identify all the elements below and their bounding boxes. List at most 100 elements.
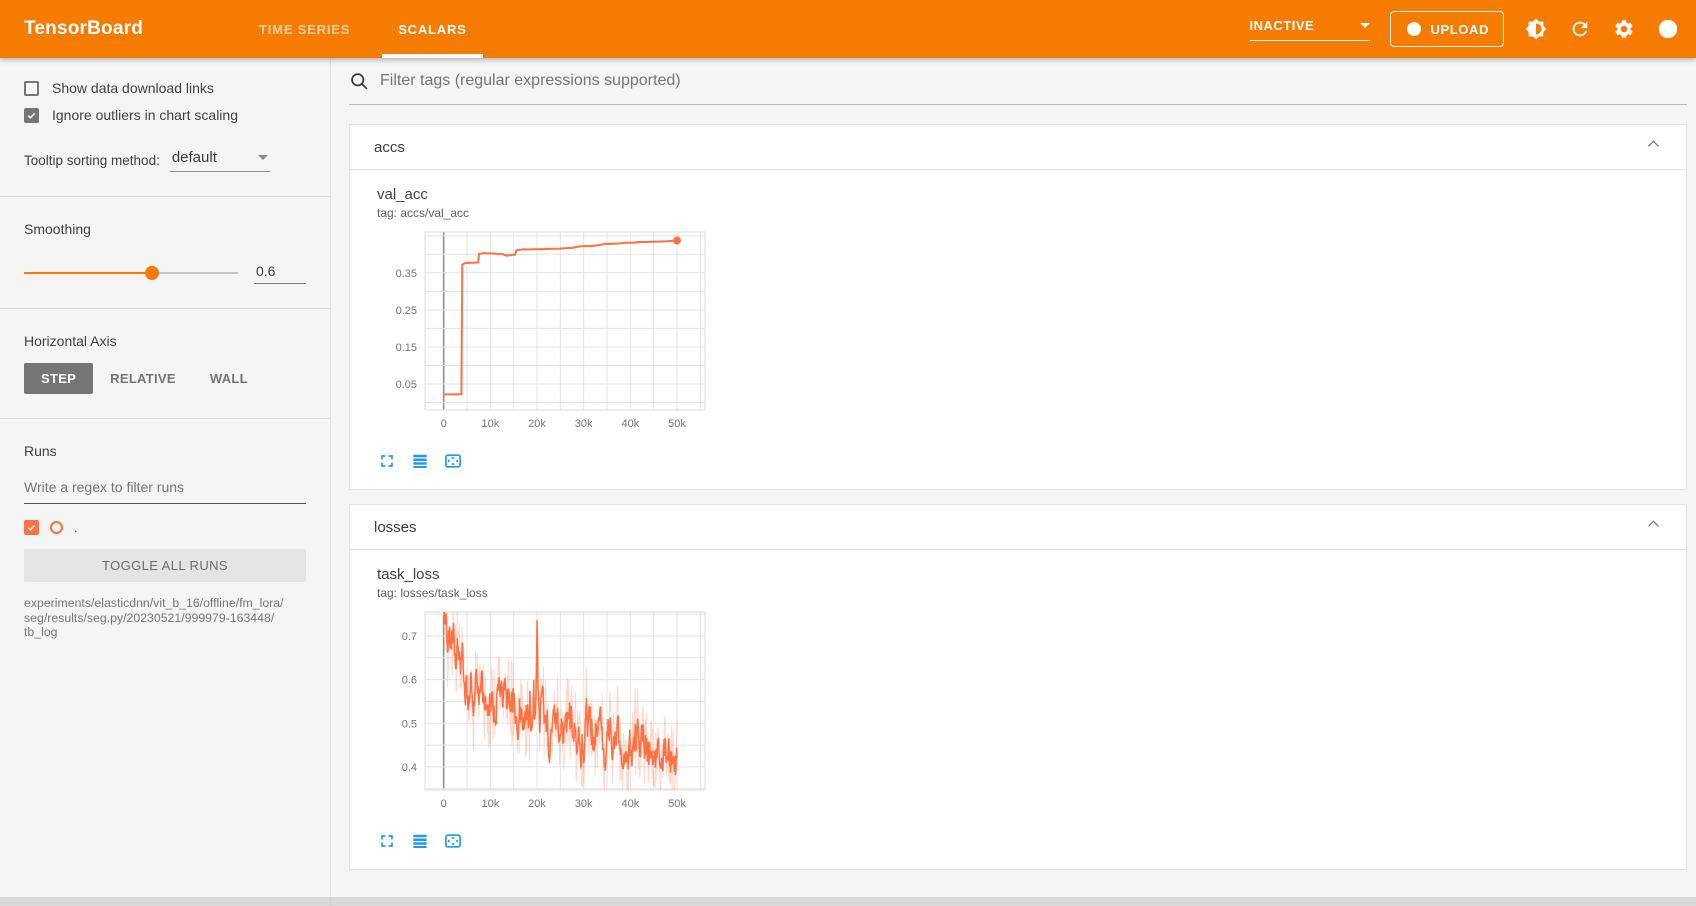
- svg-text:20k: 20k: [528, 798, 546, 810]
- tab-bar: TIME SERIES SCALARS: [235, 0, 491, 58]
- chart-tag: tag: accs/val_acc: [377, 206, 1662, 220]
- tooltip-sorting-dropdown[interactable]: default: [170, 149, 270, 172]
- experiment-path-line: tb_log: [24, 625, 306, 640]
- chevron-up-icon[interactable]: [1645, 516, 1662, 538]
- data-table-icon[interactable]: [410, 831, 430, 851]
- section-title: accs: [374, 139, 405, 156]
- svg-text:?: ?: [1665, 24, 1671, 36]
- axis-option-step[interactable]: STEP: [24, 363, 93, 394]
- app-logo: TensorBoard: [24, 18, 143, 40]
- fit-domain-icon[interactable]: [443, 451, 463, 471]
- svg-text:0.5: 0.5: [402, 718, 417, 730]
- svg-text:0.7: 0.7: [402, 631, 417, 643]
- chart-title: task_loss: [377, 566, 1662, 583]
- smoothing-slider[interactable]: [24, 266, 238, 280]
- section-header-accs[interactable]: accs: [350, 125, 1686, 170]
- slider-thumb[interactable]: [145, 266, 159, 280]
- show-download-links-checkbox[interactable]: Show data download links: [24, 80, 306, 96]
- section-card-losses: losses task_loss tag: losses/task_loss 0…: [349, 504, 1687, 870]
- svg-text:40k: 40k: [621, 418, 639, 430]
- expand-chart-icon[interactable]: [377, 451, 397, 471]
- svg-text:0.15: 0.15: [396, 342, 417, 354]
- upload-button[interactable]: UPLOAD: [1390, 11, 1505, 47]
- section-title: losses: [374, 519, 417, 536]
- svg-text:0.05: 0.05: [396, 379, 417, 391]
- axis-option-relative[interactable]: RELATIVE: [93, 363, 193, 394]
- tooltip-sorting-row: Tooltip sorting method: default: [24, 149, 306, 172]
- chevron-up-icon[interactable]: [1645, 136, 1662, 158]
- divider: [0, 418, 330, 419]
- svg-text:0.35: 0.35: [396, 268, 417, 280]
- svg-text:0: 0: [441, 418, 447, 430]
- chart-tag: tag: losses/task_loss: [377, 586, 1662, 600]
- section-body: task_loss tag: losses/task_loss 0 10k 20k 3…: [350, 550, 1686, 869]
- smoothing-value-input[interactable]: [254, 261, 306, 284]
- tooltip-sorting-value: default: [172, 149, 217, 166]
- status-dropdown-value: INACTIVE: [1250, 18, 1315, 33]
- brightness-icon[interactable]: [1524, 17, 1548, 41]
- checkbox-checked[interactable]: [24, 108, 39, 123]
- slider-fill: [24, 272, 152, 274]
- run-checkbox[interactable]: [24, 520, 39, 535]
- info-icon: [1405, 20, 1423, 38]
- chevron-down-icon: [1360, 23, 1370, 28]
- header-actions: INACTIVE UPLOAD ?: [1250, 11, 1681, 47]
- svg-text:40k: 40k: [621, 798, 639, 810]
- horizontal-axis-label: Horizontal Axis: [24, 333, 306, 349]
- svg-text:50k: 50k: [668, 418, 686, 430]
- experiment-path-line: experiments/elasticdnn/vit_b_16/offline/…: [24, 596, 306, 611]
- search-icon: [349, 71, 370, 92]
- section-card-accs: accs val_acc tag: accs/val_acc 010k20k30…: [349, 124, 1687, 490]
- svg-text:10k: 10k: [481, 798, 499, 810]
- data-table-icon[interactable]: [410, 451, 430, 471]
- fit-domain-icon[interactable]: [443, 831, 463, 851]
- horizontal-axis-toggle-group: STEP RELATIVE WALL: [24, 363, 306, 394]
- chart-toolbar: [377, 451, 1662, 471]
- upload-button-label: UPLOAD: [1431, 22, 1490, 37]
- settings-gear-icon[interactable]: [1612, 17, 1636, 41]
- refresh-icon[interactable]: [1568, 17, 1592, 41]
- toggle-all-runs-button[interactable]: TOGGLE ALL RUNS: [24, 549, 306, 582]
- svg-text:30k: 30k: [575, 798, 593, 810]
- line-chart-val-acc[interactable]: 010k20k30k40k50k0.050.150.250.35: [377, 224, 713, 436]
- main-content: accs val_acc tag: accs/val_acc 010k20k30…: [331, 58, 1696, 906]
- chevron-down-icon: [258, 155, 268, 160]
- svg-text:20k: 20k: [528, 418, 546, 430]
- help-icon[interactable]: ?: [1656, 17, 1680, 41]
- expand-chart-icon[interactable]: [377, 831, 397, 851]
- run-name: .: [74, 520, 78, 535]
- svg-text:50k: 50k: [668, 798, 686, 810]
- runs-regex-input[interactable]: [24, 473, 306, 504]
- runs-label: Runs: [24, 443, 306, 459]
- filter-tags-input[interactable]: [380, 72, 1687, 90]
- axis-option-wall[interactable]: WALL: [193, 363, 265, 394]
- tooltip-sorting-label: Tooltip sorting method:: [24, 153, 160, 172]
- divider: [0, 308, 330, 309]
- checkbox-label: Show data download links: [52, 80, 214, 96]
- line-chart-task-loss[interactable]: 010k20k30k40k50k0.40.50.60.7: [377, 604, 713, 816]
- smoothing-label: Smoothing: [24, 221, 306, 237]
- smoothing-row: [24, 261, 306, 284]
- tab-time-series[interactable]: TIME SERIES: [235, 0, 374, 58]
- app-header: TensorBoard TIME SERIES SCALARS INACTIVE…: [0, 0, 1696, 58]
- run-color-swatch-icon: [50, 521, 63, 534]
- bottom-scrollbar-strip[interactable]: [0, 897, 1696, 906]
- section-header-losses[interactable]: losses: [350, 505, 1686, 550]
- filter-tags-row: [349, 58, 1687, 105]
- divider: [0, 196, 330, 197]
- checkbox-unchecked[interactable]: [24, 81, 39, 96]
- tab-scalars[interactable]: SCALARS: [374, 0, 490, 58]
- checkbox-label: Ignore outliers in chart scaling: [52, 107, 238, 123]
- section-body: val_acc tag: accs/val_acc 010k20k30k40k5…: [350, 170, 1686, 489]
- experiment-path-line: seg/results/seg.py/20230521/999979-16344…: [24, 611, 306, 626]
- experiment-path: experiments/elasticdnn/vit_b_16/offline/…: [24, 596, 306, 640]
- run-list-item[interactable]: .: [24, 520, 306, 535]
- ignore-outliers-checkbox[interactable]: Ignore outliers in chart scaling: [24, 107, 306, 123]
- chart-toolbar: [377, 831, 1662, 851]
- svg-text:0: 0: [441, 798, 447, 810]
- status-dropdown[interactable]: INACTIVE: [1250, 18, 1370, 41]
- svg-text:0.25: 0.25: [396, 305, 417, 317]
- svg-text:0.4: 0.4: [402, 762, 417, 774]
- settings-sidebar: Show data download links Ignore outliers…: [0, 58, 331, 906]
- svg-text:30k: 30k: [575, 418, 593, 430]
